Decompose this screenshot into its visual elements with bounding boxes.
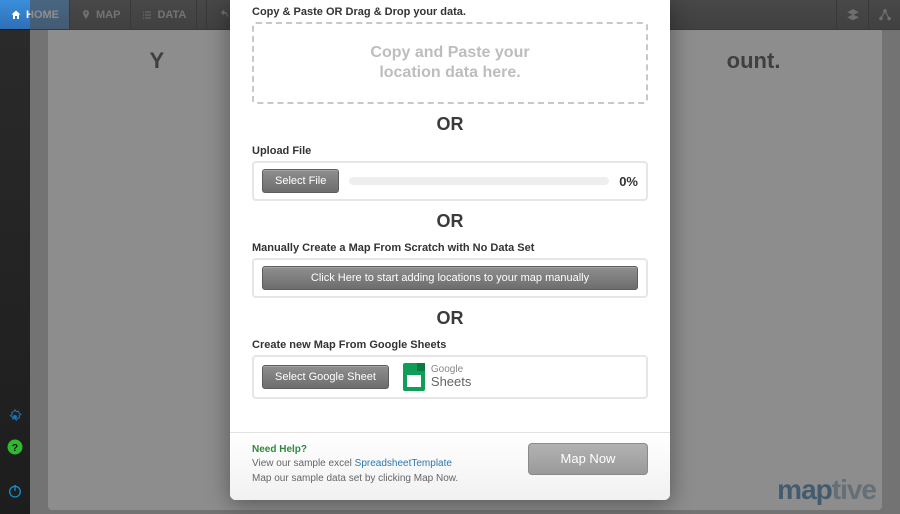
paste-dropzone[interactable]: Copy and Paste your location data here. <box>252 22 648 104</box>
manual-label: Manually Create a Map From Scratch with … <box>252 242 648 254</box>
svg-text:?: ? <box>12 442 18 454</box>
select-google-sheet-button[interactable]: Select Google Sheet <box>262 365 389 389</box>
or-divider: OR <box>252 211 648 232</box>
upload-label: Upload File <box>252 145 648 157</box>
select-file-button[interactable]: Select File <box>262 169 339 193</box>
manual-panel: Click Here to start adding locations to … <box>252 258 648 298</box>
help-line: View our sample excel SpreadsheetTemplat… <box>252 458 452 469</box>
data-input-modal: Copy & Paste OR Drag & Drop your data. C… <box>230 0 670 500</box>
modal-footer: Need Help? View our sample excel Spreads… <box>230 432 670 501</box>
manual-create-button[interactable]: Click Here to start adding locations to … <box>262 266 638 290</box>
or-divider: OR <box>252 114 648 135</box>
gsheets-panel: Select Google Sheet Google Sheets <box>252 355 648 399</box>
gsheets-label: Create new Map From Google Sheets <box>252 339 648 351</box>
upload-percent: 0% <box>619 174 638 189</box>
need-help-label: Need Help? <box>252 443 458 458</box>
google-sheets-brand: Google Sheets <box>403 363 471 391</box>
help-button[interactable]: ? <box>0 432 30 462</box>
sheets-brand-bottom: Sheets <box>431 375 471 389</box>
power-icon <box>7 483 23 499</box>
gear-icon <box>7 409 23 425</box>
help-line: Map our sample data set by clicking Map … <box>252 473 458 484</box>
dropzone-text: Copy and Paste your <box>370 43 529 63</box>
map-now-button[interactable]: Map Now <box>528 443 648 475</box>
dropzone-text: location data here. <box>370 63 529 83</box>
left-sidebar: ? <box>0 30 30 514</box>
upload-progress-bar <box>349 177 609 185</box>
help-icon: ? <box>6 438 24 456</box>
sidebar-tool-button[interactable] <box>0 402 30 432</box>
upload-panel: Select File 0% <box>252 161 648 201</box>
spreadsheet-template-link[interactable]: SpreadsheetTemplate <box>355 458 452 469</box>
or-divider: OR <box>252 308 648 329</box>
google-sheets-icon <box>403 363 425 391</box>
power-button[interactable] <box>0 476 30 506</box>
home-icon <box>10 9 22 21</box>
help-block: Need Help? View our sample excel Spreads… <box>252 443 458 487</box>
copy-paste-label: Copy & Paste OR Drag & Drop your data. <box>252 6 648 18</box>
